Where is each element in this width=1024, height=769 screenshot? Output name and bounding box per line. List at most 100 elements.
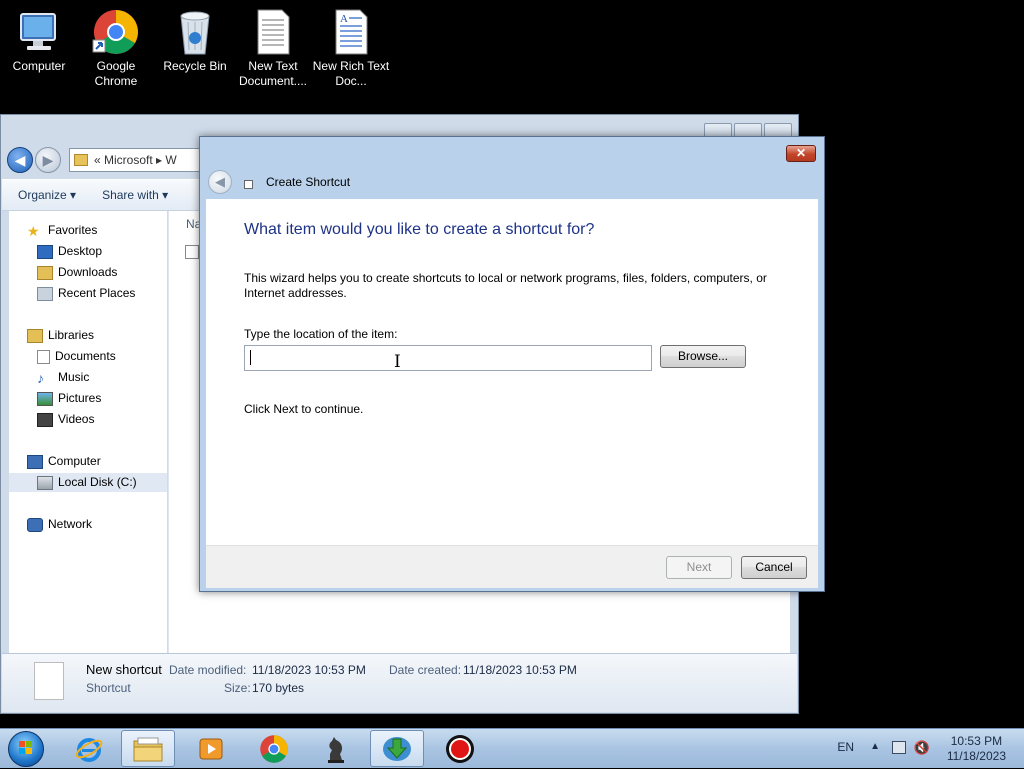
browse-button[interactable]: Browse... [660,345,746,368]
internet-explorer-icon [75,737,103,762]
taskbar: EN ▲ 🔇 10:53 PM 11/18/2023 [0,728,1024,768]
details-date-modified-label: Date modified: [169,663,247,677]
nav-item-recent-places[interactable]: Recent Places [37,284,135,303]
taskbar-internet-explorer[interactable] [62,730,116,767]
desktop-icon-recycle-bin[interactable]: Recycle Bin [156,6,234,74]
file-icon [34,662,64,700]
desktop-icon-new-rich-text-document[interactable]: A New Rich Text Doc... [312,6,390,89]
text-document-icon [249,8,297,56]
system-clock[interactable]: 10:53 PM 11/18/2023 [947,734,1006,764]
forward-button[interactable]: ▶ [35,147,61,173]
details-size-label: Size: [224,681,251,695]
desktop-icon [37,244,53,259]
drive-icon [37,475,53,490]
next-button[interactable]: Next [666,556,732,579]
nav-item-desktop[interactable]: Desktop [37,242,102,261]
media-player-icon [199,738,223,759]
show-hidden-icons-chevron-icon[interactable]: ▲ [870,741,880,752]
clock-date: 11/18/2023 [946,749,1006,763]
arrow-right-icon: ▶ [42,151,54,168]
share-with-button[interactable]: Share with ▾ [92,188,178,202]
desktop-icon-google-chrome[interactable]: Google Chrome [77,6,155,89]
clock-time: 10:53 PM [950,734,1003,748]
taskbar-google-chrome[interactable] [247,730,301,767]
wizard-heading: What item would you like to create a sho… [244,221,595,238]
desktop-icon-computer[interactable]: Computer [0,6,78,74]
details-file-type: Shortcut [86,681,131,695]
details-date-created-label: Date created: [389,663,462,677]
windows-logo-icon [19,741,32,754]
nav-item-music[interactable]: ♪ Music [37,368,89,387]
explorer-titlebar[interactable] [1,115,798,137]
recent-places-icon [37,286,53,301]
volume-muted-icon[interactable]: 🔇 [914,740,930,756]
arrow-left-icon: ◀ [14,151,26,168]
shortcut-overlay-icon [244,180,253,189]
chrome-icon [260,734,288,763]
folder-icon [133,737,163,761]
music-icon: ♪ [37,369,44,386]
wizard-body: What item would you like to create a sho… [206,199,818,545]
details-date-created: 11/18/2023 10:53 PM [463,663,577,677]
nav-item-downloads[interactable]: Downloads [37,263,117,282]
nav-item-favorites[interactable]: ★ Favorites [27,221,97,240]
details-file-name: New shortcut [86,662,162,677]
recycle-bin-icon [171,8,219,56]
wizard-footer: Next Cancel [206,545,818,588]
wizard-title: Create Shortcut [266,175,351,189]
arrow-left-icon: ◀ [215,174,225,189]
address-path: « Microsoft ▸ W [94,153,177,167]
libraries-icon [27,328,43,343]
star-icon: ★ [27,222,40,239]
taskbar-windows-explorer[interactable] [121,730,175,767]
chrome-icon [92,8,140,56]
downloads-folder-icon [37,265,53,280]
download-manager-icon [383,736,411,761]
taskbar-screen-recorder[interactable] [433,730,487,767]
computer-icon [15,8,63,56]
close-icon: ✕ [795,146,807,160]
nav-item-libraries[interactable]: Libraries [27,326,94,345]
organize-button[interactable]: Organize ▾ [8,188,86,202]
rich-text-document-icon: A [327,8,375,56]
nav-item-documents[interactable]: Documents [37,347,116,366]
pictures-icon [37,391,53,406]
start-button[interactable] [8,731,44,767]
details-date-modified: 11/18/2023 10:53 PM [252,663,366,677]
wizard-header: ◀ Create Shortcut [208,167,350,197]
location-label: Type the location of the item: [244,327,398,341]
desktop-icon-new-text-document[interactable]: New Text Document.... [234,6,312,89]
shortcut-file-icon[interactable] [185,245,199,259]
text-caret [250,350,251,365]
taskbar-media-player[interactable] [184,730,238,767]
folder-icon [74,154,88,166]
wizard-description: This wizard helps you to create shortcut… [244,271,767,300]
nav-item-videos[interactable]: Videos [37,410,94,429]
language-indicator[interactable]: EN [837,740,854,754]
svg-text:A: A [340,13,348,25]
nav-item-pictures[interactable]: Pictures [37,389,101,408]
details-pane: New shortcut Shortcut Date modified: 11/… [2,653,797,712]
nav-item-computer[interactable]: Computer [27,452,101,471]
location-input[interactable] [244,345,652,371]
details-size: 170 bytes [252,681,305,695]
record-icon [446,734,474,763]
dialog-close-button[interactable]: ✕ [786,145,816,162]
documents-icon [37,349,50,364]
nav-item-local-disk[interactable]: Local Disk (C:) [9,473,167,492]
network-icon [27,517,43,532]
taskbar-download-manager[interactable] [370,730,424,767]
videos-icon [37,412,53,427]
wizard-back-button[interactable]: ◀ [208,170,232,194]
continue-instruction: Click Next to continue. [244,402,364,416]
cancel-button[interactable]: Cancel [741,556,807,579]
create-shortcut-dialog: ✕ ◀ Create Shortcut What item would you … [199,136,825,592]
nav-item-network[interactable]: Network [27,515,92,534]
action-center-flag-icon[interactable] [892,741,906,754]
taskbar-chess-app[interactable] [308,730,362,767]
ibeam-cursor-icon: I [394,352,401,372]
computer-icon [27,454,43,469]
chess-piece-icon [328,736,344,763]
back-button[interactable]: ◀ [7,147,33,173]
navigation-pane: ★ Favorites Desktop Downloads Recent Pla… [9,211,167,653]
